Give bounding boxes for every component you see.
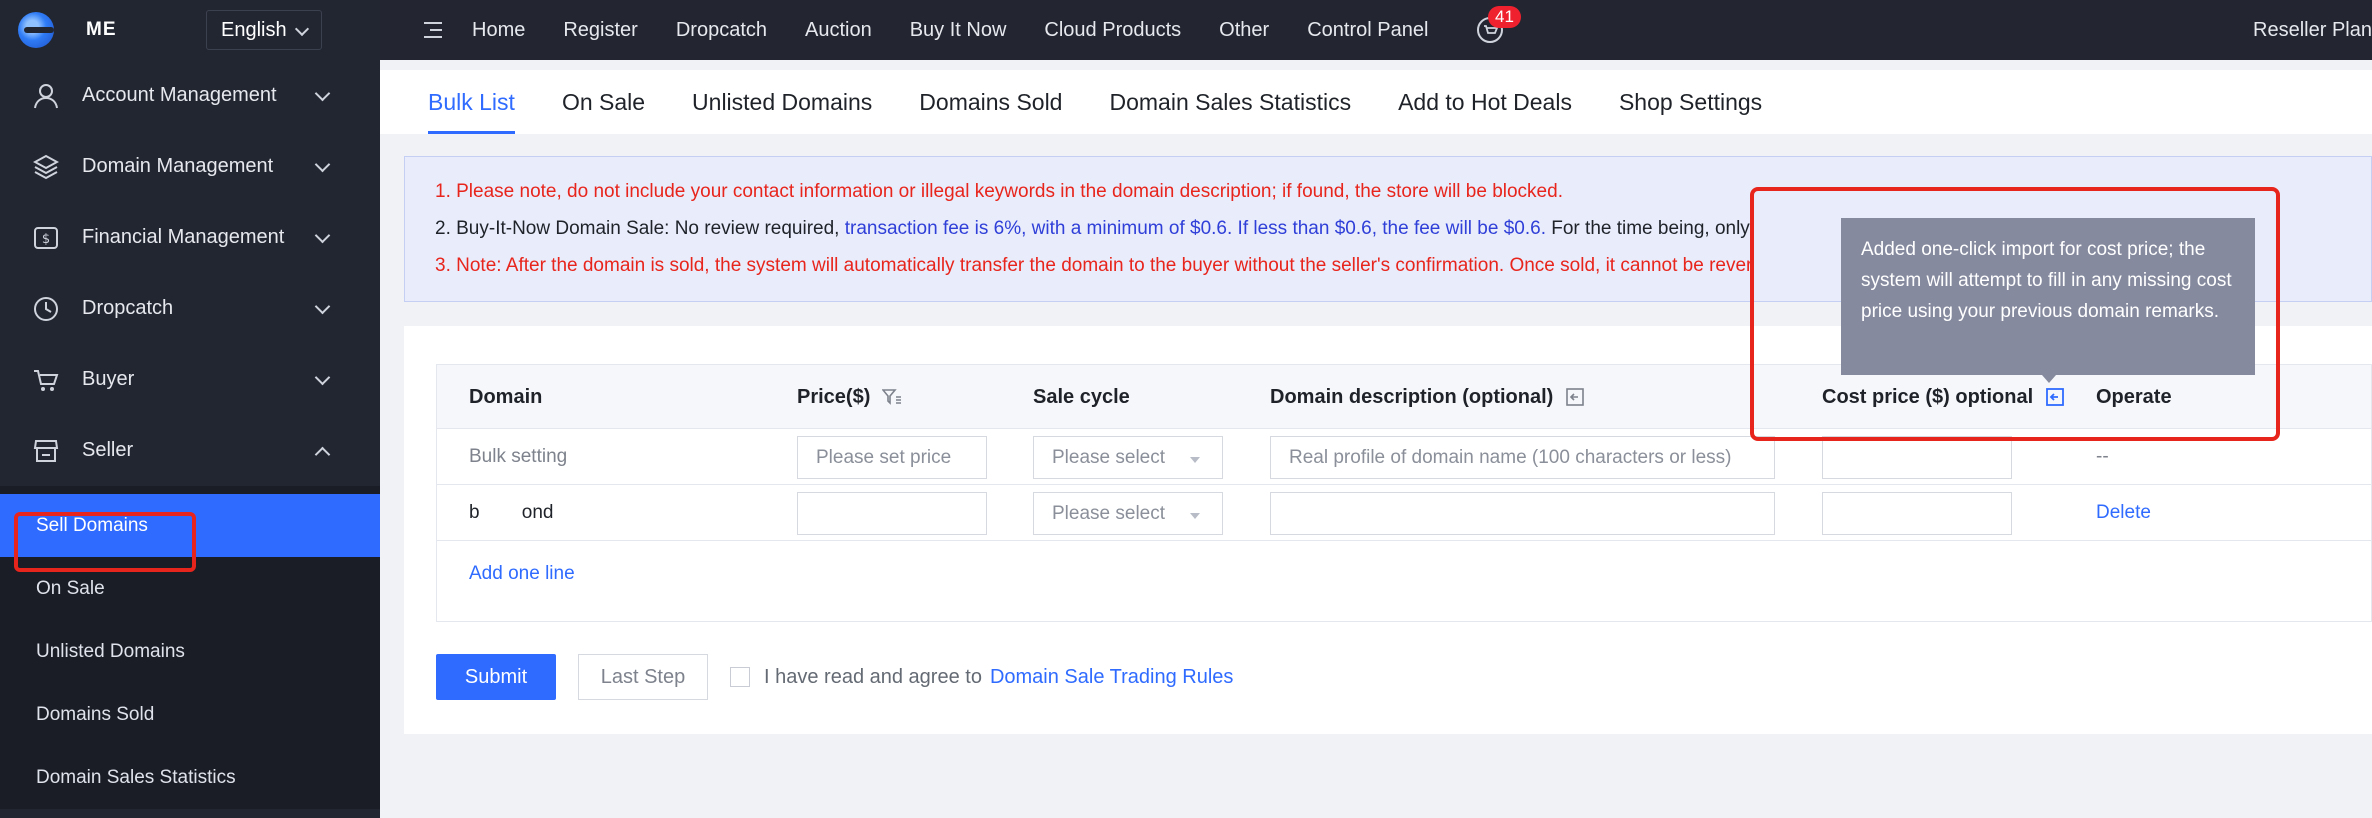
nav-buy-it-now[interactable]: Buy It Now	[910, 19, 1007, 42]
sidebar-item-label: Domain Management	[82, 155, 274, 177]
chevron-down-icon	[294, 21, 310, 37]
nav-cloud-products[interactable]: Cloud Products	[1044, 19, 1181, 42]
nav-dropcatch[interactable]: Dropcatch	[676, 19, 767, 42]
chevron-down-icon	[314, 298, 331, 315]
header-sale-cycle: Sale cycle	[1033, 385, 1130, 408]
price-input[interactable]	[797, 492, 987, 535]
nav-control-panel[interactable]: Control Panel	[1307, 19, 1428, 42]
tab-on-sale[interactable]: On Sale	[562, 70, 645, 134]
tab-unlisted-domains[interactable]: Unlisted Domains	[692, 70, 872, 134]
svg-text:$: $	[42, 232, 50, 247]
sidebar-item-domain-sales-statistics[interactable]: Domain Sales Statistics	[0, 746, 380, 809]
last-step-button[interactable]: Last Step	[578, 654, 708, 700]
reseller-plan-link[interactable]: Reseller Plan	[2253, 19, 2372, 42]
user-icon	[32, 82, 60, 110]
sidebar-item-label: Financial Management	[82, 226, 285, 248]
language-select[interactable]: English	[206, 10, 322, 50]
store-icon	[32, 437, 60, 465]
sidebar-item-unlisted-domains[interactable]: Unlisted Domains	[0, 620, 380, 683]
language-label: English	[221, 18, 287, 41]
tabs-bar: Bulk List On Sale Unlisted Domains Domai…	[380, 70, 2372, 134]
sidebar-item-account-management[interactable]: Account Management	[0, 60, 380, 131]
tab-shop-settings[interactable]: Shop Settings	[1619, 70, 1762, 134]
bulk-price-placeholder: Please set price	[816, 446, 952, 468]
header-price: Price($)	[797, 365, 902, 429]
header-price-label: Price($)	[797, 385, 871, 408]
sidebar-item-buyer[interactable]: Buyer	[0, 344, 380, 415]
cycle-placeholder: Please select	[1052, 502, 1166, 524]
bulk-setting-label: Bulk setting	[469, 446, 568, 467]
submit-button[interactable]: Submit	[436, 654, 556, 700]
add-one-line-link[interactable]: Add one line	[469, 563, 575, 585]
bulk-cost-price-input[interactable]	[1822, 436, 2012, 479]
bulk-cycle-placeholder: Please select	[1052, 446, 1166, 468]
bulk-description-input[interactable]: Real profile of domain name (100 charact…	[1270, 436, 1775, 479]
sidebar-item-domains-sold[interactable]: Domains Sold	[0, 683, 380, 746]
form-actions: Submit Last Step I have read and agree t…	[436, 654, 1233, 700]
cart-icon	[32, 366, 60, 394]
brand-name: ME	[86, 19, 117, 40]
sidebar-item-financial-management[interactable]: $ Financial Management	[0, 202, 380, 273]
sidebar-item-domain-management[interactable]: Domain Management	[0, 131, 380, 202]
nav-register[interactable]: Register	[563, 19, 637, 42]
top-navbar: Home Register Dropcatch Auction Buy It N…	[380, 0, 2372, 60]
chevron-down-icon	[314, 85, 331, 102]
sidebar-item-seller[interactable]: Seller	[0, 415, 380, 486]
delete-link[interactable]: Delete	[2096, 485, 2151, 541]
agree-checkbox[interactable]	[730, 667, 750, 687]
sale-cycle-select[interactable]: Please select	[1033, 492, 1223, 535]
tab-add-to-hot-deals[interactable]: Add to Hot Deals	[1398, 70, 1572, 134]
header-description-label: Domain description (optional)	[1270, 385, 1554, 408]
clock-icon	[32, 295, 60, 323]
filter-icon[interactable]	[882, 388, 902, 406]
menu-collapse-icon[interactable]	[420, 19, 444, 41]
bulk-description-placeholder: Real profile of domain name (100 charact…	[1289, 446, 1732, 468]
sidebar-item-label: Buyer	[82, 368, 135, 390]
chevron-up-icon	[314, 446, 331, 463]
notice-line-2-fee: transaction fee is 6%, with a minimum of…	[844, 218, 1546, 239]
agree-label: I have read and agree to	[764, 665, 982, 688]
header-domain-description: Domain description (optional)	[1270, 365, 1585, 429]
tab-bulk-list[interactable]: Bulk List	[428, 70, 515, 134]
tab-domain-sales-statistics[interactable]: Domain Sales Statistics	[1109, 70, 1351, 134]
chevron-down-icon	[314, 156, 331, 173]
table-row: b ond Please select Delete	[437, 485, 2371, 541]
trading-rules-link[interactable]: Domain Sale Trading Rules	[990, 666, 1233, 688]
domain-name: b ond	[469, 502, 554, 523]
nav-other[interactable]: Other	[1219, 19, 1269, 42]
agree-text: I have read and agree to Domain Sale Trad…	[764, 666, 1233, 689]
highlight-cost-price	[1750, 187, 2280, 441]
nav-home[interactable]: Home	[472, 19, 525, 42]
bulk-price-input[interactable]: Please set price	[797, 436, 987, 479]
caret-down-icon	[1190, 457, 1200, 463]
top-nav-links: Home Register Dropcatch Auction Buy It N…	[472, 19, 1466, 42]
description-input[interactable]	[1270, 492, 1775, 535]
chevron-down-icon	[314, 369, 331, 386]
notice-line-2-part-c: For the time being, only	[1545, 218, 1750, 239]
chevron-down-icon	[314, 227, 331, 244]
sidebar-item-label: Seller	[82, 439, 134, 461]
layers-icon	[32, 153, 60, 181]
sidebar: ME English Account Management Domain Man…	[0, 0, 380, 818]
sidebar-header: ME	[0, 0, 380, 60]
brand-logo[interactable]	[18, 12, 54, 48]
tab-domains-sold[interactable]: Domains Sold	[919, 70, 1062, 134]
highlight-sell-domains	[14, 512, 196, 572]
cart-count-badge: 41	[1488, 6, 1521, 28]
sidebar-item-label: Dropcatch	[82, 297, 174, 319]
dollar-icon: $	[32, 224, 60, 252]
sidebar-item-label: Account Management	[82, 84, 277, 106]
notice-line-2-part-a: 2. Buy-It-Now Domain Sale: No review req…	[435, 218, 845, 239]
cost-price-input[interactable]	[1822, 492, 2012, 535]
import-icon[interactable]	[1565, 387, 1585, 407]
header-domain: Domain	[469, 385, 543, 408]
caret-down-icon	[1190, 513, 1200, 519]
bulk-sale-cycle-select[interactable]: Please select	[1033, 436, 1223, 479]
sidebar-item-dropcatch[interactable]: Dropcatch	[0, 273, 380, 344]
nav-auction[interactable]: Auction	[805, 19, 872, 42]
